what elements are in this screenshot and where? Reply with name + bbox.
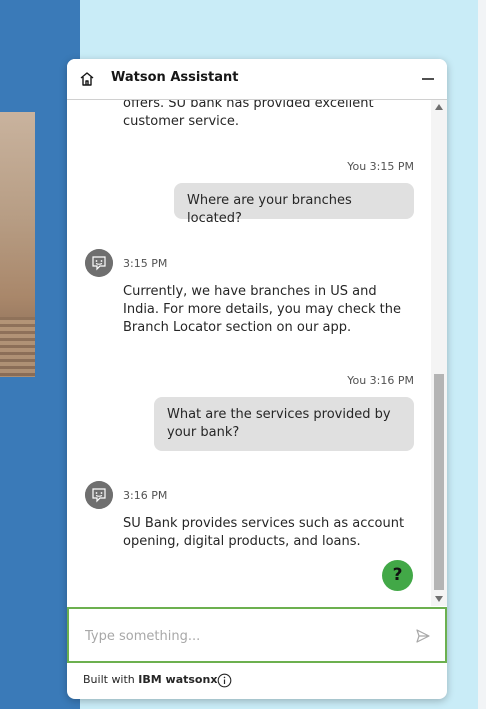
message-composer — [67, 607, 447, 663]
user-message-meta: You 3:16 PM — [347, 374, 414, 387]
scroll-down-arrow-icon[interactable] — [435, 596, 443, 602]
home-icon[interactable] — [78, 70, 96, 88]
chat-title: Watson Assistant — [111, 70, 239, 85]
bot-message: Currently, we have branches in US and In… — [123, 284, 401, 335]
chat-panel: Watson Assistant offers. SU bank has pro… — [67, 59, 447, 699]
message-scrollbar[interactable] — [431, 100, 447, 606]
bot-message: SU Bank provides services such as accoun… — [123, 516, 405, 549]
message-input[interactable] — [83, 625, 397, 647]
bot-avatar-icon — [85, 481, 113, 509]
send-icon[interactable] — [415, 628, 431, 644]
message-list[interactable]: offers. SU bank has provided excellent c… — [67, 100, 431, 606]
chat-header: Watson Assistant — [67, 59, 447, 100]
info-icon[interactable] — [217, 673, 232, 688]
footer-brand: IBM watsonx — [138, 673, 218, 686]
user-message-bubble: What are the services provided by your b… — [154, 397, 414, 451]
scroll-up-arrow-icon[interactable] — [435, 104, 443, 110]
help-button[interactable]: ? — [382, 560, 413, 591]
footer-attribution: Built with IBM watsonx — [83, 673, 217, 686]
page-background-edge — [478, 0, 486, 709]
bot-avatar-icon — [85, 249, 113, 277]
bot-message-time: 3:16 PM — [123, 489, 168, 502]
minimize-icon[interactable] — [419, 70, 437, 88]
bot-message-time: 3:15 PM — [123, 257, 168, 270]
bot-message-partial: offers. SU bank has provided excellent c… — [123, 100, 374, 129]
user-message-meta: You 3:15 PM — [347, 160, 414, 173]
scrollbar-thumb[interactable] — [434, 374, 444, 590]
background-photo — [0, 112, 35, 377]
user-message-bubble: Where are your branches located? — [174, 183, 414, 226]
footer-prefix: Built with — [83, 673, 139, 686]
